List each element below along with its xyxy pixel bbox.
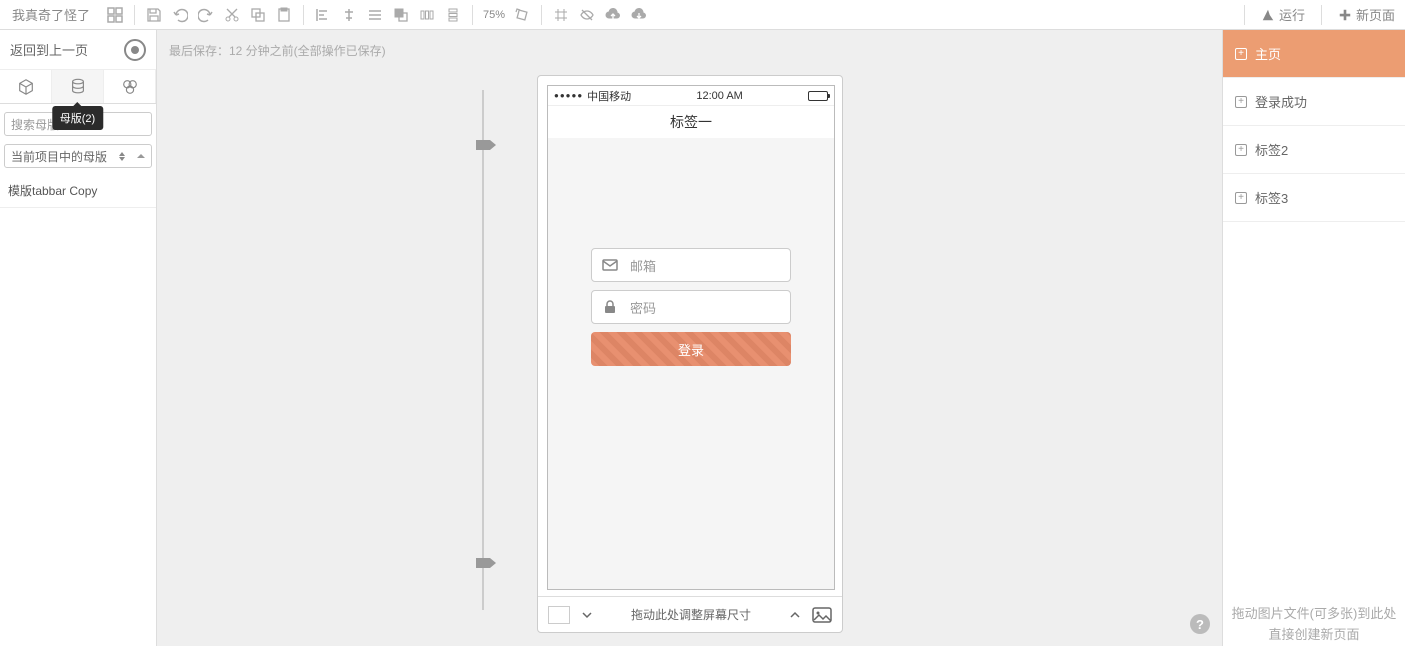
page-item-login-success[interactable]: + 登录成功 <box>1223 78 1405 126</box>
separator <box>472 5 473 25</box>
page-item-tab2[interactable]: + 标签2 <box>1223 126 1405 174</box>
separator <box>541 5 542 25</box>
separator <box>1244 5 1245 25</box>
cut-icon[interactable] <box>219 0 245 30</box>
device-bottom-bar: 拖动此处调整屏幕尺寸 <box>538 596 842 632</box>
separator <box>1321 5 1322 25</box>
new-page-label: 新页面 <box>1356 5 1395 24</box>
device-screen[interactable]: ●●●●● 中国移动 12:00 AM 标签一 邮箱 密码 <box>547 85 835 590</box>
email-field[interactable]: 邮箱 <box>591 248 791 282</box>
tooltip: 母版(2) <box>52 106 103 130</box>
visibility-icon[interactable] <box>574 0 600 30</box>
drop-hint-1: 拖动图片文件(可多张)到此处 <box>1229 604 1399 625</box>
distribute-h-icon[interactable] <box>414 0 440 30</box>
align-left-icon[interactable] <box>310 0 336 30</box>
separator <box>303 5 304 25</box>
page-item-home[interactable]: + 主页 <box>1223 30 1405 78</box>
select-label: 当前项目中的母版 <box>11 148 107 165</box>
left-panel-tabs: 母版(2) <box>0 70 156 104</box>
login-button[interactable]: 登录 <box>591 332 791 366</box>
left-panel: 返回到上一页 母版(2) 搜索母版 当前项目中的母版 模版tabbar Copy <box>0 30 157 646</box>
new-page-button[interactable]: 新页面 <box>1328 0 1405 30</box>
tab-components[interactable] <box>0 70 52 103</box>
copy-icon[interactable] <box>245 0 271 30</box>
login-form: 邮箱 密码 登录 <box>591 248 791 366</box>
time-text: 12:00 AM <box>696 90 742 102</box>
password-label: 密码 <box>630 298 656 317</box>
separator <box>134 5 135 25</box>
plus-icon: + <box>1235 48 1247 60</box>
undo-icon[interactable] <box>167 0 193 30</box>
page-label: 标签3 <box>1255 188 1288 207</box>
plus-icon: + <box>1235 144 1247 156</box>
chevron-up-icon[interactable] <box>788 608 802 622</box>
run-button[interactable]: 运行 <box>1251 0 1315 30</box>
image-icon[interactable] <box>812 607 832 623</box>
tab-masters[interactable]: 母版(2) <box>52 70 104 103</box>
align-center-icon[interactable] <box>336 0 362 30</box>
back-label: 返回到上一页 <box>10 40 88 59</box>
toolbar-right: 运行 新页面 <box>1238 0 1405 30</box>
layout-icon[interactable] <box>102 0 128 30</box>
project-name: 我真奇了怪了 <box>0 5 102 24</box>
envelope-icon <box>602 257 618 273</box>
select-arrows-icon <box>119 152 125 161</box>
help-icon[interactable]: ? <box>1190 614 1210 634</box>
carrier-text: 中国移动 <box>587 88 631 104</box>
rotate-icon[interactable] <box>509 0 535 30</box>
device-frame[interactable]: ●●●●● 中国移动 12:00 AM 标签一 邮箱 密码 <box>537 75 843 633</box>
back-button[interactable]: 返回到上一页 <box>0 30 156 70</box>
nav-title: 标签一 <box>548 106 834 138</box>
record-icon[interactable] <box>124 39 146 61</box>
canvas-area[interactable]: 最后保存：12 分钟之前(全部操作已保存) ●●●●● 中国移动 12:00 A… <box>157 30 1222 646</box>
bring-front-icon[interactable] <box>388 0 414 30</box>
lock-icon <box>602 299 618 315</box>
password-field[interactable]: 密码 <box>591 290 791 324</box>
chevron-down-icon[interactable] <box>580 608 594 622</box>
align-right-icon[interactable] <box>362 0 388 30</box>
drop-zone[interactable]: 拖动图片文件(可多张)到此处 直接创建新页面 <box>1223 584 1405 646</box>
last-saved-text: 最后保存：12 分钟之前(全部操作已保存) <box>169 42 386 59</box>
paste-icon[interactable] <box>271 0 297 30</box>
cloud-download-icon[interactable] <box>626 0 652 30</box>
redo-icon[interactable] <box>193 0 219 30</box>
plus-icon: + <box>1235 192 1247 204</box>
ruler-handle-top[interactable] <box>476 140 490 150</box>
tab-icons[interactable] <box>104 70 156 103</box>
drop-hint-2: 直接创建新页面 <box>1229 625 1399 646</box>
run-label: 运行 <box>1279 5 1305 24</box>
plus-icon: + <box>1235 96 1247 108</box>
page-label: 主页 <box>1255 44 1281 63</box>
zoom-level[interactable]: 75% <box>479 9 509 21</box>
page-label: 登录成功 <box>1255 92 1307 111</box>
battery-icon <box>808 91 828 101</box>
grid-icon[interactable] <box>548 0 574 30</box>
status-bar: ●●●●● 中国移动 12:00 AM <box>548 86 834 106</box>
ruler-handle-bottom[interactable] <box>476 558 490 568</box>
cloud-upload-icon[interactable] <box>600 0 626 30</box>
master-item[interactable]: 模版tabbar Copy <box>0 174 156 208</box>
save-icon[interactable] <box>141 0 167 30</box>
ruler-vertical[interactable] <box>482 90 484 610</box>
resize-hint[interactable]: 拖动此处调整屏幕尺寸 <box>604 606 778 623</box>
email-label: 邮箱 <box>630 256 656 275</box>
page-item-tab3[interactable]: + 标签3 <box>1223 174 1405 222</box>
page-label: 标签2 <box>1255 140 1288 159</box>
right-panel: + 主页 + 登录成功 + 标签2 + 标签3 拖动图片文件(可多张)到此处 直… <box>1222 30 1405 646</box>
signal-icon: ●●●●● <box>554 91 583 100</box>
color-swatch[interactable] <box>548 606 570 624</box>
login-button-label: 登录 <box>678 340 704 359</box>
top-toolbar: 我真奇了怪了 75% 运行 新页面 <box>0 0 1405 30</box>
distribute-v-icon[interactable] <box>440 0 466 30</box>
master-scope-select[interactable]: 当前项目中的母版 <box>4 144 152 168</box>
